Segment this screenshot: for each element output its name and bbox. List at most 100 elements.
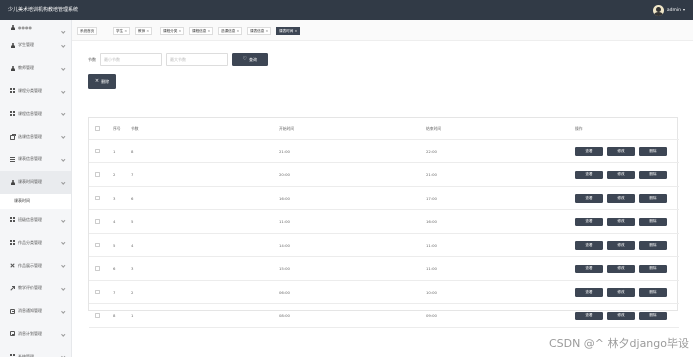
delete-button[interactable]: 删除: [639, 194, 667, 203]
row-checkbox[interactable]: [95, 195, 100, 201]
sidebar-item[interactable]: 教师管理: [0, 57, 71, 80]
app-title: 少儿美术培训机构教培管理系统: [8, 7, 79, 13]
delete-button[interactable]: 删除: [639, 217, 667, 226]
table-row: 1 8 21:00 22:00 查看 修改 删除: [89, 140, 679, 163]
header-section: 节数: [131, 125, 139, 131]
sidebar-item[interactable]: 教学评价管理: [0, 277, 71, 300]
close-icon[interactable]: ×: [265, 29, 268, 33]
tab-item[interactable]: 课表信息×: [247, 26, 272, 35]
sidebar-item[interactable]: 课表信息管理: [0, 148, 71, 171]
table-row: 4 5 11:00 16:00 查看 修改 删除: [89, 211, 679, 234]
view-button[interactable]: 查看: [575, 147, 603, 156]
chevron-down-icon[interactable]: [683, 9, 685, 11]
cell-index: 8: [113, 313, 116, 318]
view-button[interactable]: 查看: [575, 241, 603, 250]
tab-item[interactable]: 课程分类×: [160, 26, 185, 35]
view-button[interactable]: 查看: [575, 217, 603, 226]
edit-button[interactable]: 修改: [607, 147, 635, 156]
sidebar-item[interactable]: 班级信息管理: [0, 209, 71, 232]
sidebar-item[interactable]: 作品分类管理: [0, 231, 71, 254]
close-icon[interactable]: ×: [124, 29, 127, 33]
person-icon: [10, 24, 15, 30]
tab-item[interactable]: 课程信息×: [189, 26, 214, 35]
sidebar-item-partial[interactable]: ●●●●: [0, 20, 71, 34]
row-checkbox[interactable]: [95, 172, 100, 177]
row-checkbox[interactable]: [95, 266, 100, 271]
row-checkbox[interactable]: [95, 219, 100, 224]
sidebar-item[interactable]: 作品展示管理: [0, 254, 71, 277]
max-section-input[interactable]: [166, 53, 228, 66]
sidebar-item[interactable]: 系统管理: [0, 345, 71, 357]
grid-icon: [10, 240, 15, 246]
edit-button[interactable]: 修改: [607, 311, 635, 320]
chevron-down-icon: [60, 263, 65, 268]
cell-start-time: 16:00: [279, 195, 290, 201]
tab-item[interactable]: 系统首页: [77, 26, 98, 35]
tab-item[interactable]: 教师×: [135, 26, 153, 35]
tab-item[interactable]: 选课信息×: [218, 26, 243, 35]
table-row: 2 7 20:00 21:00 查看 修改 删除: [89, 164, 679, 187]
cell-index: 3: [113, 195, 116, 201]
delete-button[interactable]: 删除: [639, 170, 667, 179]
tab-item[interactable]: 课表时间×: [276, 26, 301, 35]
cell-end-time: 11:00: [426, 266, 437, 271]
username[interactable]: admin: [667, 8, 681, 13]
row-checkbox[interactable]: [95, 148, 100, 154]
sidebar-item-label: 班级信息管理: [18, 216, 42, 222]
edit-button[interactable]: 修改: [607, 194, 635, 203]
tab-item[interactable]: 学生×: [113, 26, 131, 35]
chevron-down-icon: [60, 332, 65, 336]
sidebar-item[interactable]: 课程信息管理: [0, 102, 71, 125]
view-button[interactable]: 查看: [575, 170, 603, 179]
sidebar-item[interactable]: 选课信息管理: [0, 125, 71, 148]
edit-button[interactable]: 修改: [607, 264, 635, 273]
cell-start-time: 15:00: [279, 266, 290, 271]
avatar[interactable]: [652, 4, 664, 16]
sidebar-item[interactable]: 课表时间管理: [0, 170, 71, 194]
tab-label: 选课信息: [221, 28, 236, 33]
sidebar-subitem-schedule-time[interactable]: 课表时间: [0, 193, 71, 209]
cell-index: 7: [113, 289, 116, 295]
search-button[interactable]: 查询: [232, 53, 268, 66]
min-section-input[interactable]: [100, 53, 162, 66]
delete-button[interactable]: 删除: [639, 147, 667, 156]
close-icon[interactable]: ×: [294, 29, 297, 33]
row-checkbox[interactable]: [95, 242, 100, 248]
edit-button[interactable]: 修改: [607, 217, 635, 226]
view-button[interactable]: 查看: [575, 288, 603, 297]
row-checkbox[interactable]: [95, 313, 100, 318]
view-button[interactable]: 查看: [575, 264, 603, 273]
sidebar-item[interactable]: 学生管理: [0, 34, 71, 57]
delete-button[interactable]: 删除: [639, 311, 667, 320]
user-menu[interactable]: admin: [652, 4, 685, 16]
cell-section: 2: [131, 289, 134, 295]
sidebar-item[interactable]: 课程分类管理: [0, 80, 71, 103]
cell-start-time: 06:00: [279, 289, 290, 295]
table-row: 3 6 16:00 17:00 查看 修改 删除: [89, 187, 679, 210]
chevron-down-icon: [60, 240, 65, 245]
close-icon[interactable]: ×: [236, 29, 239, 33]
cell-end-time: 22:00: [426, 148, 437, 154]
sidebar-item[interactable]: 消息计划管理: [0, 323, 71, 346]
edit-button[interactable]: 修改: [607, 170, 635, 179]
chevron-down-icon: [60, 180, 65, 184]
close-icon[interactable]: ×: [178, 29, 181, 33]
edit-button[interactable]: 修改: [607, 241, 635, 250]
batch-delete-button[interactable]: × 删除: [88, 74, 116, 89]
data-table: 序号 节数 开始时间 结束时间 操作 1 8 21:00 22:00 查看 修改 删除 2 7 2…: [88, 117, 679, 328]
chevron-down-icon: [60, 134, 65, 139]
select-all-checkbox[interactable]: [95, 126, 100, 131]
sidebar-item[interactable]: 消息通知管理: [0, 300, 71, 323]
edit-button[interactable]: 修改: [607, 288, 635, 297]
cell-section: 4: [131, 242, 134, 248]
close-icon[interactable]: ×: [146, 29, 149, 33]
box-icon: [10, 331, 15, 337]
close-icon[interactable]: ×: [207, 29, 210, 33]
view-button[interactable]: 查看: [575, 194, 603, 203]
cell-start-time: 11:00: [279, 219, 290, 224]
view-button[interactable]: 查看: [575, 311, 603, 320]
delete-button[interactable]: 删除: [639, 264, 667, 273]
delete-button[interactable]: 删除: [639, 241, 667, 250]
delete-button[interactable]: 删除: [639, 288, 667, 297]
row-checkbox[interactable]: [95, 289, 100, 295]
